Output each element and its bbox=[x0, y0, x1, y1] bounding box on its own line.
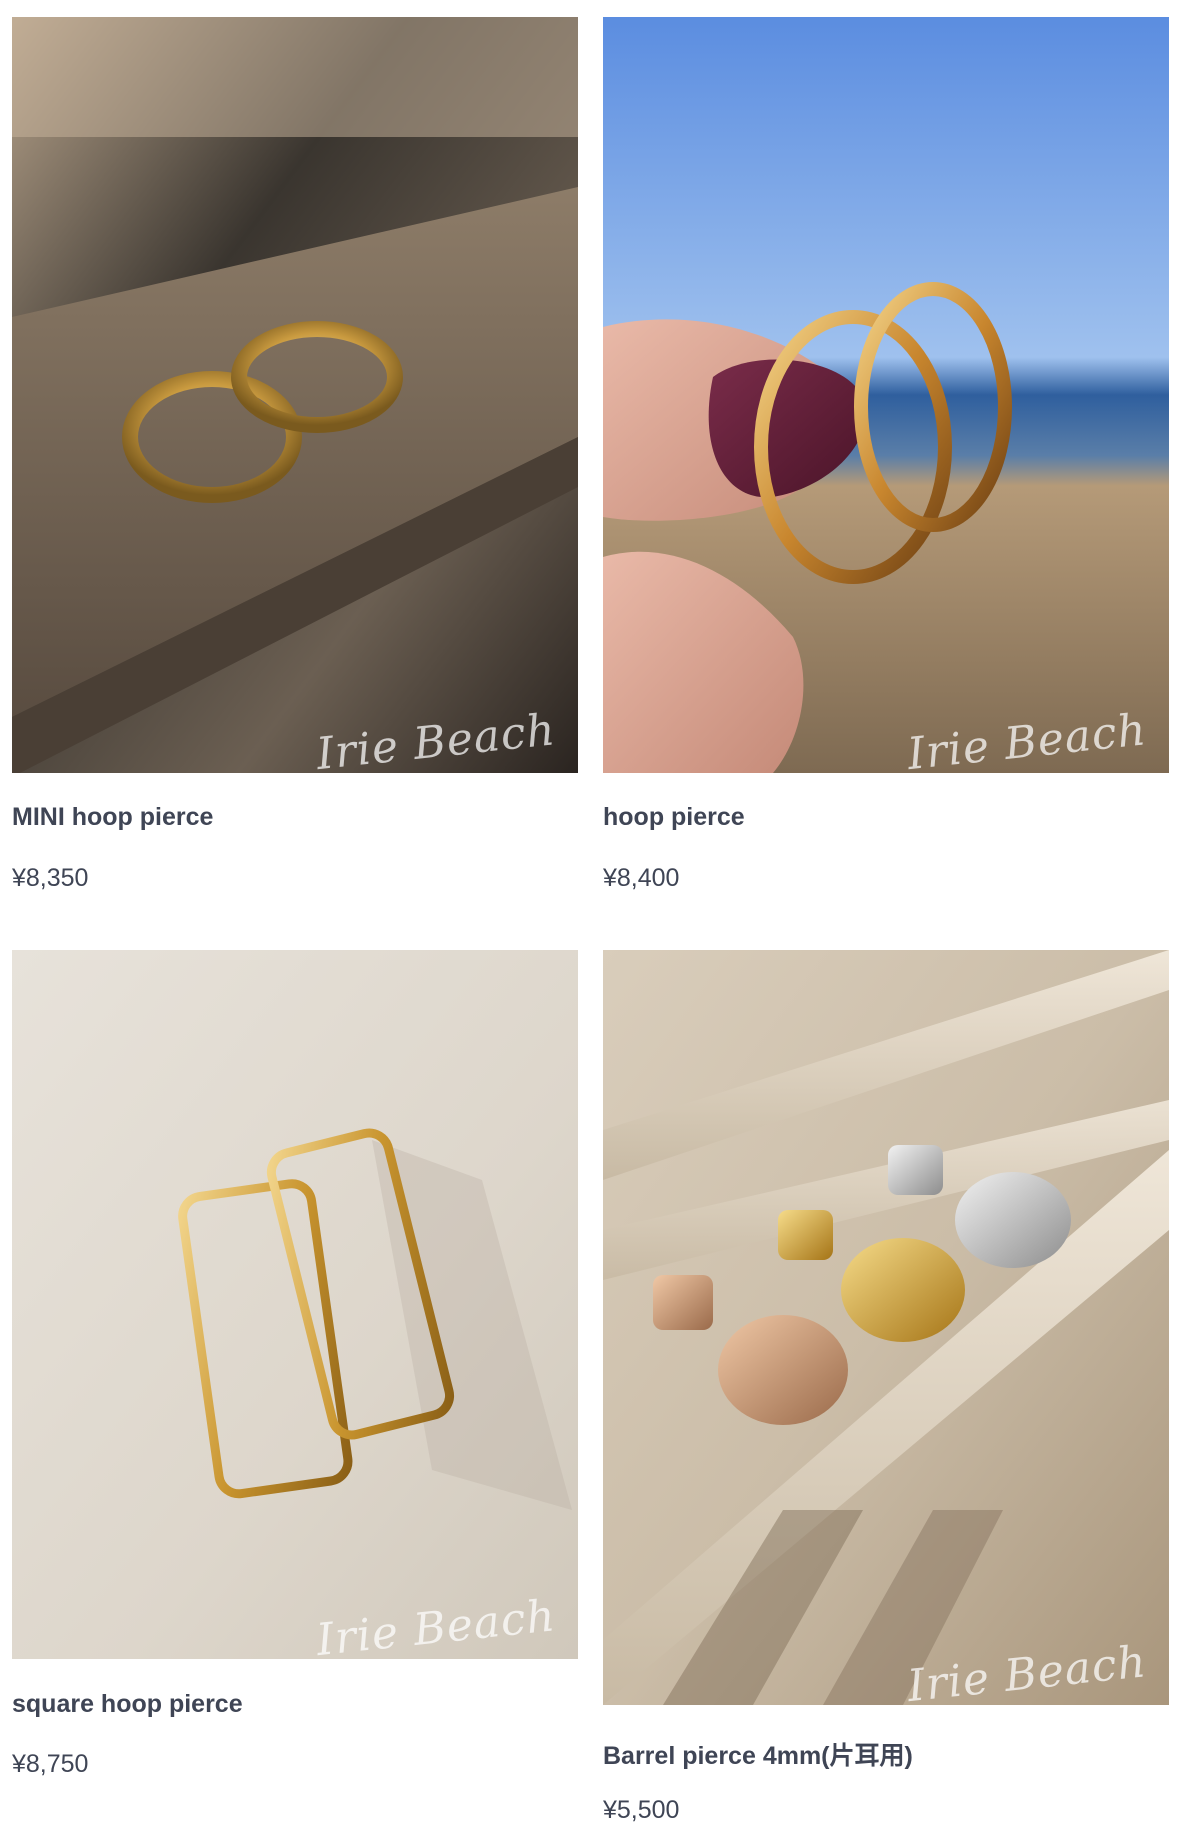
product-price: ¥5,500 bbox=[603, 1796, 680, 1824]
square-earrings-photo bbox=[12, 950, 578, 1659]
product-name[interactable]: hoop pierce bbox=[603, 803, 745, 832]
product-price: ¥8,400 bbox=[603, 864, 680, 892]
product-price: ¥8,750 bbox=[12, 1750, 89, 1778]
hand-earrings-photo bbox=[603, 17, 1169, 773]
product-card-barrel[interactable]: Irie Beach Barrel pierce 4mm(片耳用) ¥5,500 bbox=[603, 950, 1169, 1824]
barrel-earrings-photo bbox=[603, 950, 1169, 1705]
sand-earrings-photo bbox=[12, 17, 578, 773]
product-image-mini-hoop[interactable]: Irie Beach bbox=[12, 17, 578, 773]
product-price: ¥8,350 bbox=[12, 864, 89, 892]
product-image-square-hoop[interactable]: Irie Beach bbox=[12, 950, 578, 1659]
product-name[interactable]: square hoop pierce bbox=[12, 1690, 243, 1719]
product-card-hoop[interactable]: Irie Beach hoop pierce ¥8,400 bbox=[603, 17, 1169, 892]
product-image-barrel[interactable]: Irie Beach bbox=[603, 950, 1169, 1705]
product-image-hoop[interactable]: Irie Beach bbox=[603, 17, 1169, 773]
product-card-square-hoop[interactable]: Irie Beach square hoop pierce ¥8,750 bbox=[12, 950, 578, 1778]
product-name[interactable]: MINI hoop pierce bbox=[12, 803, 213, 832]
product-card-mini-hoop[interactable]: Irie Beach MINI hoop pierce ¥8,350 bbox=[12, 17, 578, 892]
product-name[interactable]: Barrel pierce 4mm(片耳用) bbox=[603, 1736, 913, 1772]
